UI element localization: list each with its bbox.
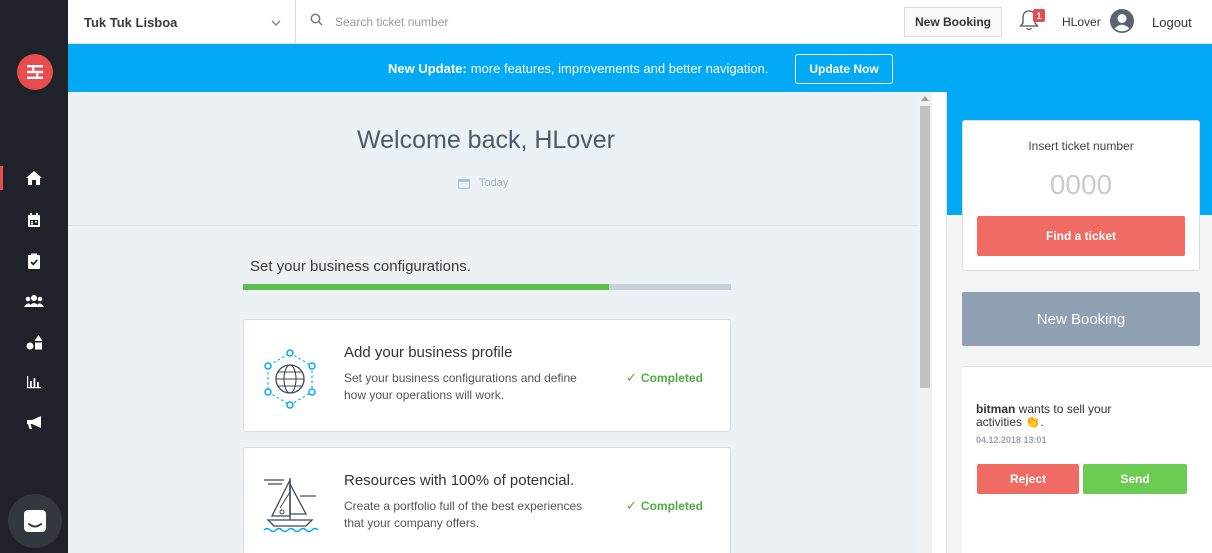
update-now-button[interactable]: Update Now	[795, 54, 893, 84]
scroll-up-arrow-icon[interactable]	[921, 96, 929, 101]
new-booking-panel-button[interactable]: New Booking	[962, 292, 1200, 346]
main-scrollbar[interactable]	[918, 92, 932, 553]
check-icon: ✓	[626, 370, 637, 385]
chat-icon[interactable]	[8, 494, 62, 548]
banner-text: more features, improvements and better n…	[470, 60, 769, 76]
resources-card[interactable]: Resources with 100% of potencial. Create…	[243, 447, 731, 553]
username[interactable]: HLover	[1062, 0, 1101, 44]
organization-select[interactable]: Tuk Tuk Lisboa	[84, 0, 296, 44]
notification-badge: 1	[1033, 9, 1045, 22]
status-label: Completed	[640, 499, 703, 513]
find-ticket-button[interactable]: Find a ticket	[977, 216, 1185, 256]
config-title: Set your business configurations.	[250, 258, 471, 275]
banner-bold-text: New Update:	[388, 60, 467, 76]
notification-user: bitman	[976, 402, 1016, 416]
date-label: Today	[479, 177, 509, 189]
avatar[interactable]	[1110, 9, 1134, 33]
ticket-lookup-card: Insert ticket number 0000 Find a ticket	[962, 120, 1200, 271]
banner-message: New Update: more features, improvements …	[388, 44, 768, 92]
date-filter[interactable]: Today	[458, 177, 508, 189]
progress-fill	[243, 284, 609, 290]
active-nav-indicator	[0, 166, 3, 190]
send-button[interactable]: Send	[1083, 464, 1187, 494]
search-input[interactable]	[335, 15, 635, 29]
card-description: Create a portfolio full of the best expe…	[344, 499, 583, 530]
bar-chart-icon[interactable]	[22, 370, 46, 394]
sidebar	[0, 0, 68, 553]
right-panel: Insert ticket number 0000 Find a ticket …	[946, 92, 1212, 553]
home-icon[interactable]	[22, 166, 46, 190]
calendar-icon	[458, 178, 470, 189]
megaphone-icon[interactable]	[22, 410, 46, 434]
status-badge: ✓ Completed	[626, 498, 703, 514]
business-profile-card[interactable]: Add your business profile Set your busin…	[243, 319, 731, 432]
new-booking-button[interactable]: New Booking	[904, 7, 1002, 37]
sailboat-icon	[263, 478, 319, 533]
status-label: Completed	[640, 371, 703, 385]
main-content: Welcome back, HLover Today Set your busi…	[68, 92, 918, 553]
page-title: Welcome back, HLover	[357, 126, 615, 154]
config-progress-bar	[243, 284, 731, 290]
status-badge: ✓ Completed	[626, 370, 703, 386]
calendar-icon[interactable]	[22, 208, 46, 232]
card-title: Add your business profile	[344, 344, 513, 361]
notification-card: bitman wants to sell your activities 👏. …	[962, 366, 1212, 553]
search-bar	[310, 0, 635, 44]
scrollbar-thumb[interactable]	[920, 106, 930, 388]
ticket-label: Insert ticket number	[1028, 139, 1134, 153]
update-banner: New Update: more features, improvements …	[68, 44, 1212, 92]
search-icon	[310, 13, 323, 31]
clipboard-check-icon[interactable]	[22, 249, 46, 273]
notifications-button[interactable]: 1	[1019, 9, 1045, 33]
ticket-number-input[interactable]: 0000	[963, 169, 1199, 201]
notification-timestamp: 04.12.2018 13:01	[976, 435, 1047, 445]
logo-icon[interactable]	[17, 54, 53, 90]
check-icon: ✓	[626, 498, 637, 513]
clap-emoji-icon: 👏	[1025, 415, 1041, 429]
card-title: Resources with 100% of potencial.	[344, 472, 575, 489]
globe-network-icon	[264, 349, 316, 409]
reject-button[interactable]: Reject	[977, 464, 1079, 494]
welcome-section: Welcome back, HLover Today	[68, 92, 918, 226]
top-bar: Tuk Tuk Lisboa New Booking 1 HLover Logo…	[68, 0, 1212, 44]
logout-link[interactable]: Logout	[1152, 0, 1192, 44]
shapes-icon[interactable]	[22, 330, 46, 354]
card-description: Set your business configurations and def…	[344, 371, 577, 402]
notification-text: bitman wants to sell your activities 👏.	[976, 402, 1112, 429]
chevron-down-icon	[271, 13, 281, 31]
organization-name: Tuk Tuk Lisboa	[84, 14, 178, 30]
users-icon[interactable]	[22, 289, 46, 313]
